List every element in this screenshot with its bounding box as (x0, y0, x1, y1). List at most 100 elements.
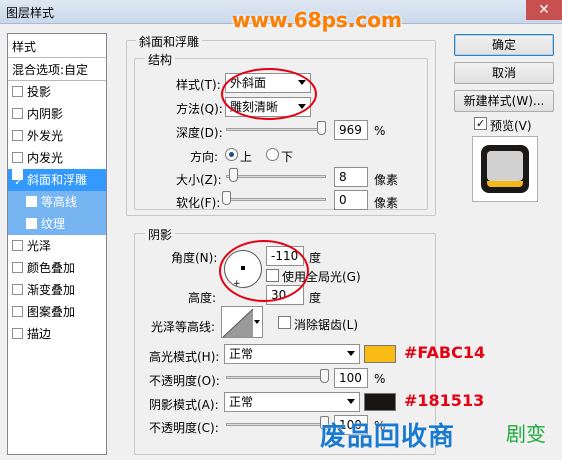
highlight-opacity-input[interactable]: 100 (334, 368, 368, 388)
style-item-texture[interactable]: 纹理 (8, 213, 106, 235)
shadow-opacity-label: 不透明度(C): (149, 421, 219, 435)
style-item-outer-glow[interactable]: 外发光 (8, 125, 106, 147)
highlight-opacity-label: 不透明度(O): (149, 374, 220, 388)
size-slider-thumb[interactable] (229, 168, 238, 182)
style-item-satin[interactable]: 光泽 (8, 235, 106, 257)
shading-title: 阴影 (145, 226, 176, 243)
annotation-circle (219, 240, 309, 302)
preview-highlight (487, 181, 523, 187)
preview-shape (481, 145, 529, 193)
checkbox[interactable] (26, 196, 37, 207)
shadow-color-swatch[interactable] (364, 393, 396, 411)
size-label: 大小(Z): (176, 173, 222, 187)
style-item-label: 图案叠加 (27, 305, 76, 319)
blend-options-item[interactable]: 混合选项:自定 (8, 59, 106, 81)
close-icon: ✕ (538, 2, 550, 18)
style-item-label: 外发光 (27, 129, 64, 143)
style-item-bevel-emboss[interactable]: ✓ 斜面和浮雕 (8, 169, 106, 191)
highlight-color-swatch[interactable] (364, 345, 396, 363)
gloss-contour-picker[interactable] (221, 306, 263, 338)
style-item-gradient-overlay[interactable]: 渐变叠加 (8, 279, 106, 301)
preview-thumbnail (472, 136, 538, 202)
style-item-inner-shadow[interactable]: 内阴影 (8, 103, 106, 125)
checkbox-checked[interactable]: ✓ (12, 169, 23, 188)
style-item-stroke[interactable]: 描边 (8, 323, 106, 345)
style-item-label: 颜色叠加 (27, 261, 76, 275)
checkbox[interactable] (12, 306, 23, 317)
style-item-drop-shadow[interactable]: 投影 (8, 81, 106, 103)
style-item-contour[interactable]: 等高线 (8, 191, 106, 213)
styles-list: 样式 混合选项:自定 投影 内阴影 外发光 内发光 ✓ 斜面和浮雕 等高线 纹理 … (7, 33, 107, 455)
altitude-unit: 度 (309, 291, 322, 305)
angle-label: 角度(N): (171, 251, 218, 265)
contour-curve-icon (223, 308, 254, 337)
style-item-label: 渐变叠加 (27, 283, 76, 297)
watermark-bottom-icon: 剧变 (506, 422, 546, 446)
style-item-label: 斜面和浮雕 (27, 173, 88, 187)
style-item-label: 纹理 (41, 217, 66, 231)
style-item-label: 内阴影 (27, 107, 64, 121)
style-item-color-overlay[interactable]: 颜色叠加 (8, 257, 106, 279)
preview-checkbox[interactable]: ✓ (474, 117, 487, 130)
depth-slider-thumb[interactable] (317, 121, 326, 135)
style-label: 样式(T): (176, 78, 221, 92)
chevron-down-icon (347, 399, 355, 404)
checkbox[interactable] (26, 218, 37, 229)
soften-slider-track[interactable] (226, 198, 326, 201)
highlight-color-annotation: #FABC14 (404, 343, 486, 362)
checkbox[interactable] (12, 240, 23, 251)
direction-up-label: 上 (240, 150, 253, 164)
style-item-label: 光泽 (27, 239, 52, 253)
depth-slider-track[interactable] (226, 128, 326, 131)
preview-inner (487, 151, 523, 181)
shadow-opacity-track[interactable] (226, 423, 326, 426)
size-input[interactable]: 8 (334, 167, 368, 187)
checkbox[interactable] (12, 284, 23, 295)
soften-unit: 像素 (374, 196, 399, 210)
check-icon: ✓ (476, 117, 486, 130)
highlight-opacity-track[interactable] (226, 376, 326, 379)
angle-unit: 度 (309, 251, 322, 265)
highlight-mode-value: 正常 (229, 347, 254, 361)
chevron-down-icon (254, 320, 260, 324)
checkbox[interactable] (12, 108, 23, 119)
checkbox[interactable] (12, 152, 23, 163)
shadow-mode-value: 正常 (229, 395, 254, 409)
cancel-button[interactable]: 取消 (454, 62, 554, 84)
checkbox[interactable] (12, 130, 23, 141)
altitude-label: 高度: (188, 291, 217, 305)
soften-slider-thumb[interactable] (222, 191, 231, 205)
style-item-label: 内发光 (27, 151, 64, 165)
chevron-down-icon (347, 351, 355, 356)
style-item-label: 描边 (27, 327, 52, 341)
check-icon: ✓ (14, 177, 23, 188)
style-item-inner-glow[interactable]: 内发光 (8, 147, 106, 169)
size-slider-track[interactable] (226, 175, 326, 178)
direction-down-radio[interactable] (266, 148, 279, 161)
shadow-mode-select[interactable]: 正常 (224, 392, 360, 412)
technique-label: 方法(Q): (176, 102, 223, 116)
new-style-button[interactable]: 新建样式(W)... (454, 90, 554, 112)
highlight-mode-label: 高光模式(H): (149, 350, 220, 364)
checkbox[interactable] (12, 86, 23, 97)
checkbox[interactable] (12, 262, 23, 273)
highlight-opacity-thumb[interactable] (320, 369, 329, 383)
ok-button[interactable]: 确定 (454, 34, 554, 56)
direction-down-label: 下 (281, 150, 294, 164)
checkbox[interactable] (12, 328, 23, 339)
soften-input[interactable]: 0 (334, 190, 368, 210)
window-title: 图层样式 (6, 6, 55, 20)
style-item-label: 投影 (27, 85, 52, 99)
anti-alias-checkbox[interactable] (278, 316, 291, 329)
style-item-pattern-overlay[interactable]: 图案叠加 (8, 301, 106, 323)
watermark-site: www.68ps.com (232, 8, 402, 32)
style-item-label: 等高线 (41, 195, 78, 209)
gloss-contour-label: 光泽等高线: (151, 320, 216, 334)
size-unit: 像素 (374, 173, 399, 187)
close-button[interactable]: ✕ (526, 0, 562, 20)
anti-alias-label: 消除锯齿(L) (294, 318, 359, 332)
direction-up-radio[interactable] (225, 148, 238, 161)
highlight-mode-select[interactable]: 正常 (224, 344, 360, 364)
styles-header[interactable]: 样式 (8, 36, 106, 58)
depth-input[interactable]: 969 (334, 120, 368, 140)
